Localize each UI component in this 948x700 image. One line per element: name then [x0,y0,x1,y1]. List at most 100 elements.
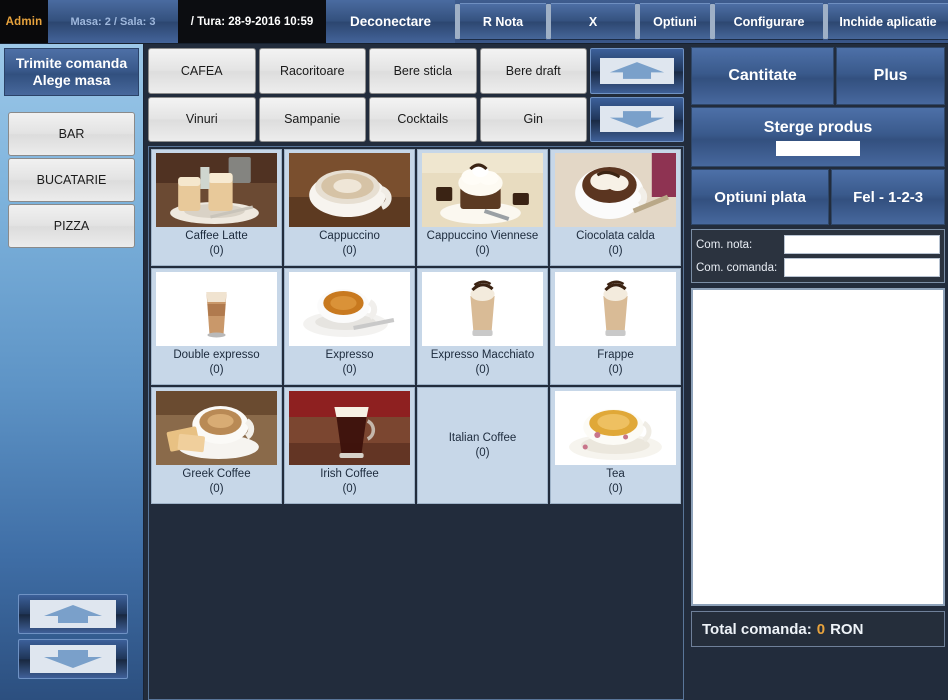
product-tile[interactable]: Double expresso (0) [151,268,282,385]
product-thumbnail [156,391,277,465]
product-name: Cappuccino [319,230,380,242]
product-thumbnail [422,153,543,227]
product-label: Caffee Latte (0) [152,229,281,265]
product-count: (0) [608,244,623,257]
product-count: (0) [209,244,224,257]
department-list: BAR BUCATARIE PIZZA [8,104,135,248]
admin-badge: Admin [0,0,48,43]
payment-options-button[interactable]: Optiuni plata [691,169,830,225]
product-count: (0) [608,363,623,376]
category-gin-button[interactable]: Gin [479,96,587,142]
order-comment-label: Com. comanda: [696,261,778,274]
quantity-row: Cantitate Plus [691,47,945,105]
delete-product-input[interactable] [776,140,860,156]
close-application-button[interactable]: Inchide aplicatie [828,3,948,40]
configure-button[interactable]: Configurare [715,3,823,40]
plus-button[interactable]: Plus [836,47,945,105]
product-tile[interactable]: Tea (0) [550,387,681,504]
product-tile[interactable]: Cappuccino Viennese (0) [417,149,548,266]
product-name: Tea [606,468,625,480]
product-label: Irish Coffee (0) [285,467,414,503]
product-tile[interactable]: Italian Coffee (0) [417,387,548,504]
sidebar-scroll-down-button[interactable] [18,639,128,679]
product-tile[interactable]: Expresso (0) [284,268,415,385]
category-sampanie-button[interactable]: Sampanie [258,96,366,142]
note-comment-input[interactable] [784,235,940,254]
quantity-button[interactable]: Cantitate [691,47,835,105]
delete-product-button[interactable]: Sterge produs [691,107,945,167]
category-scroll-controls [590,48,684,142]
product-thumbnail [422,272,543,346]
product-label: Expresso (0) [285,348,414,384]
category-bere-sticla-button[interactable]: Bere sticla [369,48,477,94]
note-comment-label: Com. nota: [696,238,753,251]
product-tile-empty [550,506,681,623]
product-name: Irish Coffee [320,468,379,480]
sidebar-scroll-up-button[interactable] [18,594,128,634]
product-label: Double expresso (0) [152,348,281,384]
arrow-up-icon [600,57,674,84]
category-scroll-up-button[interactable] [590,48,684,94]
product-name: Italian Coffee [448,431,517,444]
top-bar: Admin Masa: 2 / Sala: 3 / Tura: 28-9-201… [0,0,948,44]
product-thumbnail [289,272,410,346]
product-thumbnail [555,272,676,346]
order-comment-input[interactable] [784,258,940,277]
product-label: Tea (0) [551,467,680,503]
department-bar-button[interactable]: BAR [8,112,135,156]
order-comment-row: Com. comanda: [696,258,940,277]
category-scroll-down-button[interactable] [590,96,684,142]
product-thumbnail [156,272,277,346]
product-name: Expresso Macchiato [430,349,535,361]
product-tile-empty [417,506,548,623]
product-tile[interactable]: Cappuccino (0) [284,149,415,266]
payment-row: Optiuni plata Fel - 1-2-3 [691,169,945,225]
receipt-note-button[interactable]: R Nota [460,3,546,40]
product-thumbnail [555,391,676,465]
middle-panel: CAFEA Racoritoare Bere sticla Bere draft… [144,44,688,700]
product-tile-empty [151,506,282,623]
options-button[interactable]: Optiuni [640,3,710,40]
product-tile[interactable]: Ciocolata calda (0) [550,149,681,266]
product-label: Frappe (0) [551,348,680,384]
category-racoritoare-button[interactable]: Racoritoare [258,48,366,94]
order-items-list[interactable] [691,288,945,606]
product-thumbnail [156,153,277,227]
choose-table-label: Alege masa [32,72,111,88]
product-label: Greek Coffee (0) [152,467,281,503]
product-thumbnail [289,153,410,227]
category-grid: CAFEA Racoritoare Bere sticla Bere draft… [148,48,590,142]
category-cocktails-button[interactable]: Cocktails [369,96,477,142]
logout-button[interactable]: Deconectare [326,0,455,43]
product-count: (0) [475,244,490,257]
category-vinuri-button[interactable]: Vinuri [148,96,256,142]
left-sidebar: Trimite comanda Alege masa BAR BUCATARIE… [0,44,144,700]
product-name: Caffee Latte [185,230,248,242]
note-comment-row: Com. nota: [696,235,940,254]
arrow-down-icon [30,645,116,673]
department-bucatarie-button[interactable]: BUCATARIE [8,158,135,202]
product-tile[interactable]: Frappe (0) [550,268,681,385]
product-tile[interactable]: Greek Coffee (0) [151,387,282,504]
product-thumbnail [555,153,676,227]
arrow-down-icon [600,106,674,133]
product-label: Italian Coffee (0) [418,388,547,503]
product-count: (0) [475,446,490,459]
product-tile[interactable]: Caffee Latte (0) [151,149,282,266]
product-name: Greek Coffee [182,468,251,480]
product-tile[interactable]: Expresso Macchiato (0) [417,268,548,385]
product-thumbnail [289,391,410,465]
course-button[interactable]: Fel - 1-2-3 [831,169,945,225]
department-pizza-button[interactable]: PIZZA [8,204,135,248]
product-label: Expresso Macchiato (0) [418,348,547,384]
order-total-label: Total comanda: [702,620,812,638]
product-tile[interactable]: Irish Coffee (0) [284,387,415,504]
pos-application: Admin Masa: 2 / Sala: 3 / Tura: 28-9-201… [0,0,948,700]
send-order-choose-table-button[interactable]: Trimite comanda Alege masa [4,48,139,96]
x-report-button[interactable]: X [551,3,635,40]
product-count: (0) [608,482,623,495]
product-label: Cappuccino (0) [285,229,414,265]
category-bere-draft-button[interactable]: Bere draft [479,48,587,94]
table-room-indicator: Masa: 2 / Sala: 3 [48,0,178,43]
category-cafea-button[interactable]: CAFEA [148,48,256,94]
